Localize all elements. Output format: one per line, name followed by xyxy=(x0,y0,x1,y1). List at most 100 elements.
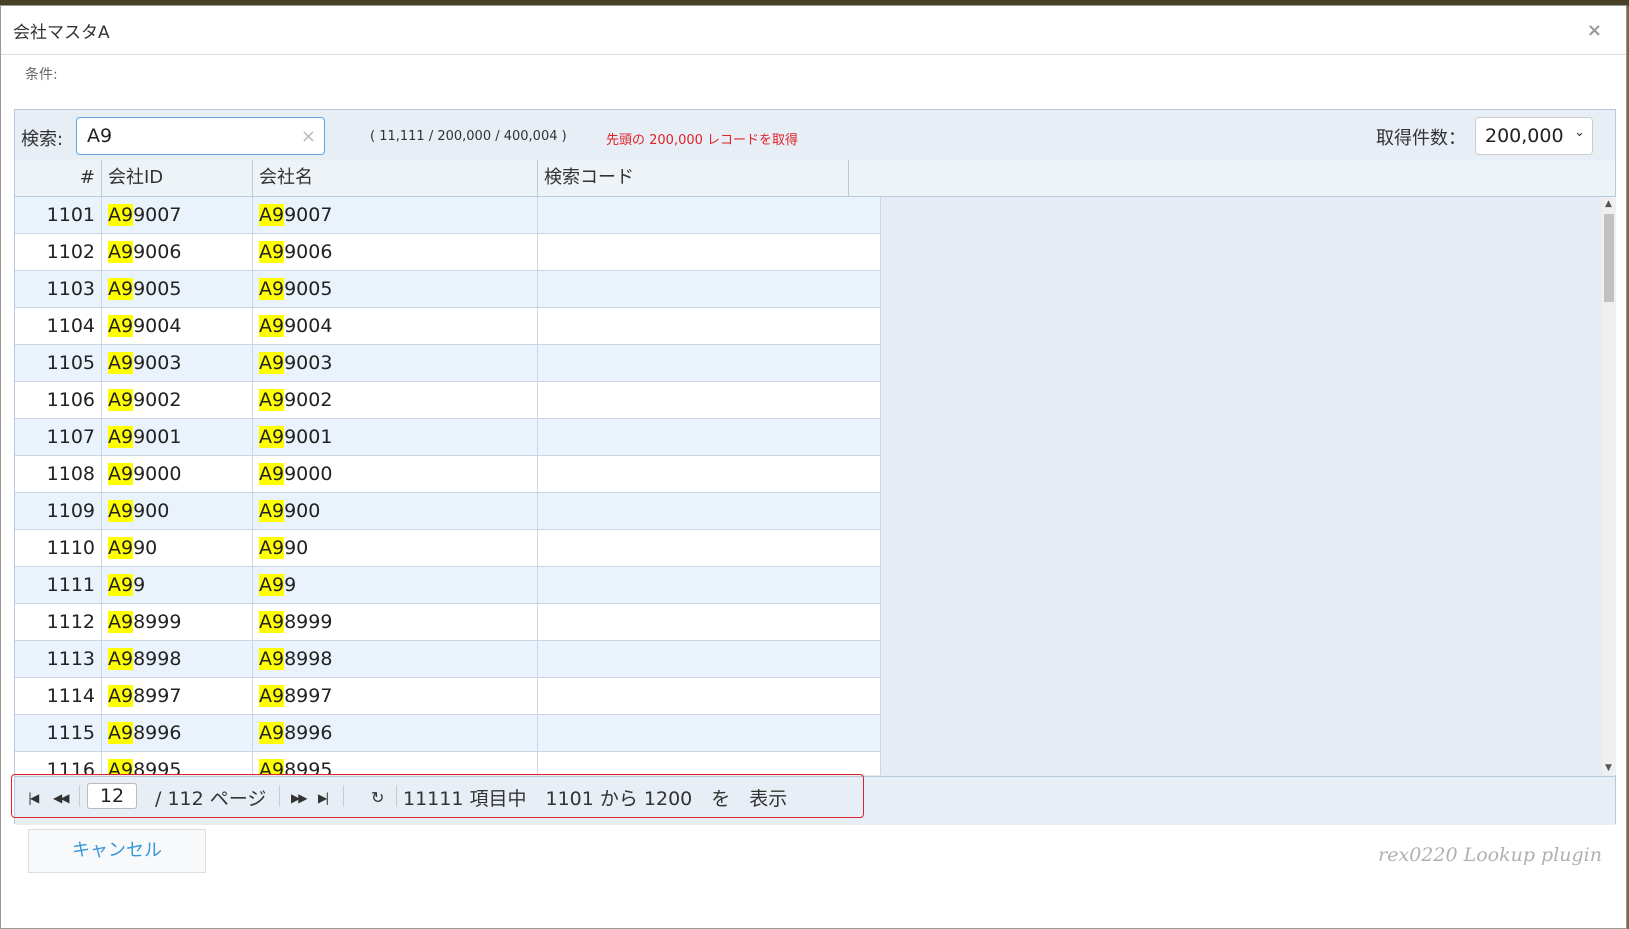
scroll-up-icon[interactable]: ▲ xyxy=(1605,199,1612,209)
match-highlight: A9 xyxy=(259,426,285,448)
row-number-cell: 1105 xyxy=(15,345,102,381)
search-code-cell xyxy=(538,197,881,233)
lookup-dialog: 会社マスタA × 条件: 検索: × ( 11,111 / 200,000 / … xyxy=(0,5,1627,929)
scrollbar-thumb[interactable] xyxy=(1604,214,1614,302)
table-row[interactable]: 1110 A990 A990 xyxy=(15,530,881,567)
company-id-cell: A98997 xyxy=(102,678,253,714)
company-name-cell: A99006 xyxy=(253,234,538,270)
company-id-cell: A98998 xyxy=(102,641,253,677)
match-highlight: A9 xyxy=(259,759,285,775)
search-code-cell xyxy=(538,641,881,677)
company-name-cell: A99001 xyxy=(253,419,538,455)
table-row[interactable]: 1114 A98997 A98997 xyxy=(15,678,881,715)
close-icon[interactable]: × xyxy=(1587,20,1602,41)
company-name-cell: A98996 xyxy=(253,715,538,751)
page-info: 11111 項目中 1101 から 1200 を 表示 xyxy=(403,788,788,810)
row-number-cell: 1113 xyxy=(15,641,102,677)
pager-separator xyxy=(396,785,397,807)
match-highlight: A9 xyxy=(108,648,134,670)
table-row[interactable]: 1108 A99000 A99000 xyxy=(15,456,881,493)
search-code-cell xyxy=(538,567,881,603)
search-code-cell xyxy=(538,715,881,751)
company-id-cell: A99004 xyxy=(102,308,253,344)
search-code-cell xyxy=(538,382,881,418)
refresh-icon[interactable]: ↻ xyxy=(371,788,384,807)
match-highlight: A9 xyxy=(108,278,134,300)
company-id-cell: A99002 xyxy=(102,382,253,418)
search-input[interactable] xyxy=(85,124,289,148)
column-header-number[interactable]: # xyxy=(15,160,102,196)
fetch-count-select[interactable]: 200,000 ⌄ xyxy=(1475,117,1593,155)
table-row[interactable]: 1109 A9900 A9900 xyxy=(15,493,881,530)
row-number-cell: 1110 xyxy=(15,530,102,566)
row-number-cell: 1114 xyxy=(15,678,102,714)
table-row[interactable]: 1103 A99005 A99005 xyxy=(15,271,881,308)
cancel-button[interactable]: キャンセル xyxy=(28,829,206,873)
match-highlight: A9 xyxy=(259,204,285,226)
dialog-title: 会社マスタA xyxy=(13,23,110,43)
table-row[interactable]: 1104 A99004 A99004 xyxy=(15,308,881,345)
record-counts: ( 11,111 / 200,000 / 400,004 ) xyxy=(370,129,567,144)
company-name-cell: A990 xyxy=(253,530,538,566)
match-highlight: A9 xyxy=(108,389,134,411)
first-page-icon[interactable]: |◀ xyxy=(28,791,39,805)
search-code-cell xyxy=(538,678,881,714)
row-number-cell: 1106 xyxy=(15,382,102,418)
match-highlight: A9 xyxy=(108,574,134,596)
company-name-cell: A99005 xyxy=(253,271,538,307)
company-id-cell: A98999 xyxy=(102,604,253,640)
conditions-label: 条件: xyxy=(25,67,58,83)
company-id-cell: A990 xyxy=(102,530,253,566)
page-number-input[interactable] xyxy=(87,783,137,809)
match-highlight: A9 xyxy=(259,389,285,411)
match-highlight: A9 xyxy=(108,352,134,374)
prev-page-icon[interactable]: ◀◀ xyxy=(53,791,70,805)
table-row[interactable]: 1106 A99002 A99002 xyxy=(15,382,881,419)
table-row[interactable]: 1112 A98999 A98999 xyxy=(15,604,881,641)
table-row[interactable]: 1107 A99001 A99001 xyxy=(15,419,881,456)
column-header-search-code[interactable]: 検索コード xyxy=(538,160,849,196)
scroll-down-icon[interactable]: ▼ xyxy=(1605,763,1612,773)
column-header-company-name[interactable]: 会社名 xyxy=(253,160,538,196)
company-name-cell: A98999 xyxy=(253,604,538,640)
table-row[interactable]: 1102 A99006 A99006 xyxy=(15,234,881,271)
grid-toolbar: 検索: × ( 11,111 / 200,000 / 400,004 ) 先頭の… xyxy=(15,110,1615,161)
company-name-cell: A99000 xyxy=(253,456,538,492)
company-id-cell: A99007 xyxy=(102,197,253,233)
table-row[interactable]: 1116 A98995 A98995 xyxy=(15,752,881,775)
table-row[interactable]: 1101 A99007 A99007 xyxy=(15,197,881,234)
table-row[interactable]: 1105 A99003 A99003 xyxy=(15,345,881,382)
match-highlight: A9 xyxy=(108,500,134,522)
match-highlight: A9 xyxy=(259,278,285,300)
row-number-cell: 1102 xyxy=(15,234,102,270)
match-highlight: A9 xyxy=(259,685,285,707)
plugin-credit: rex0220 Lookup plugin xyxy=(1378,844,1602,866)
vertical-scrollbar[interactable]: ▲ ▼ xyxy=(1602,197,1616,775)
company-id-cell: A98996 xyxy=(102,715,253,751)
match-highlight: A9 xyxy=(108,241,134,263)
pager-separator xyxy=(279,785,280,807)
table-row[interactable]: 1115 A98996 A98996 xyxy=(15,715,881,752)
search-box[interactable]: × xyxy=(76,117,325,155)
clear-search-icon[interactable]: × xyxy=(301,126,316,147)
table-row[interactable]: 1113 A98998 A98998 xyxy=(15,641,881,678)
last-page-icon[interactable]: ▶| xyxy=(318,791,329,805)
search-code-cell xyxy=(538,419,881,455)
column-header-company-id[interactable]: 会社ID xyxy=(102,160,253,196)
chevron-down-icon: ⌄ xyxy=(1574,125,1585,140)
next-page-icon[interactable]: ▶▶ xyxy=(291,791,308,805)
search-code-cell xyxy=(538,308,881,344)
match-highlight: A9 xyxy=(259,611,285,633)
match-highlight: A9 xyxy=(108,611,134,633)
row-number-cell: 1107 xyxy=(15,419,102,455)
row-number-cell: 1112 xyxy=(15,604,102,640)
pager-bar: |◀ ◀◀ / 112 ページ ▶▶ ▶| ↻ 11111 項目中 1101 か… xyxy=(11,774,1615,825)
pager-separator xyxy=(343,785,344,807)
match-highlight: A9 xyxy=(259,722,285,744)
company-id-cell: A99003 xyxy=(102,345,253,381)
row-number-cell: 1115 xyxy=(15,715,102,751)
company-id-cell: A98995 xyxy=(102,752,253,775)
data-grid: 検索: × ( 11,111 / 200,000 / 400,004 ) 先頭の… xyxy=(11,109,1616,825)
table-row[interactable]: 1111 A99 A99 xyxy=(15,567,881,604)
company-id-cell: A99 xyxy=(102,567,253,603)
